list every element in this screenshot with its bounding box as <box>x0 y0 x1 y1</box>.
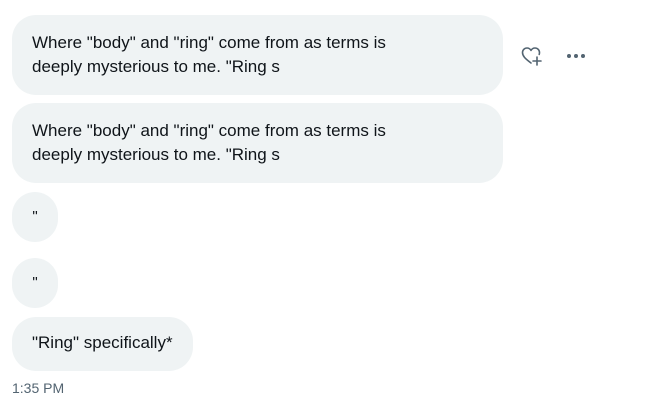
more-button[interactable] <box>561 42 591 70</box>
message-text: "Ring" specifically* <box>32 333 173 352</box>
more-horizontal-icon <box>566 53 586 59</box>
message-bubble[interactable]: " <box>12 192 58 242</box>
heart-plus-icon <box>521 46 543 66</box>
message-bubble[interactable]: Where "body" and "ring" come from as ter… <box>12 103 503 183</box>
message-text-line: Where "body" and "ring" come from as ter… <box>32 33 386 52</box>
message-text: " <box>32 274 38 291</box>
react-button[interactable] <box>517 42 547 70</box>
message-actions <box>517 42 591 70</box>
message-text-line: deeply mysterious to me. "Ring s <box>32 57 280 76</box>
message-timestamp: 1:35 PM <box>12 380 65 396</box>
message-text-line: Where "body" and "ring" come from as ter… <box>32 121 386 140</box>
message-bubble[interactable]: " <box>12 258 58 308</box>
message-text: " <box>32 208 38 225</box>
message-thread: Where "body" and "ring" come from as ter… <box>0 0 657 415</box>
message-text-line: deeply mysterious to me. "Ring s <box>32 145 280 164</box>
message-bubble[interactable]: "Ring" specifically* <box>12 317 193 371</box>
message-bubble[interactable]: Where "body" and "ring" come from as ter… <box>12 15 503 95</box>
